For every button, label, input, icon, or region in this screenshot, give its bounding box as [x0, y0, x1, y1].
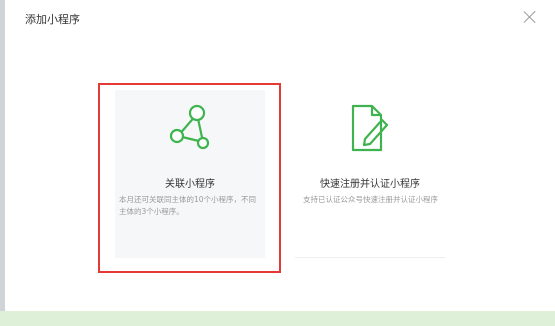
- bottom-status-bar: [0, 311, 555, 326]
- card-title: 关联小程序: [165, 179, 215, 190]
- share-network-icon: [169, 104, 210, 150]
- link-mini-program-card[interactable]: 关联小程序 本月还可关联同主体的10个小程序，不同主体的3个小程序。: [115, 90, 265, 258]
- card-description: 支持已认证公众号快速注册并认证小程序: [303, 195, 438, 204]
- close-icon[interactable]: [523, 10, 537, 24]
- document-edit-icon: [351, 104, 389, 152]
- card-description: 本月还可关联同主体的10个小程序，不同主体的3个小程序。: [119, 195, 257, 216]
- quick-register-card[interactable]: 快速注册并认证小程序 支持已认证公众号快速注册并认证小程序: [295, 90, 445, 258]
- add-mini-program-dialog: 添加小程序: [5, 0, 555, 311]
- dialog-title: 添加小程序: [25, 13, 80, 26]
- card-title: 快速注册并认证小程序: [320, 179, 420, 190]
